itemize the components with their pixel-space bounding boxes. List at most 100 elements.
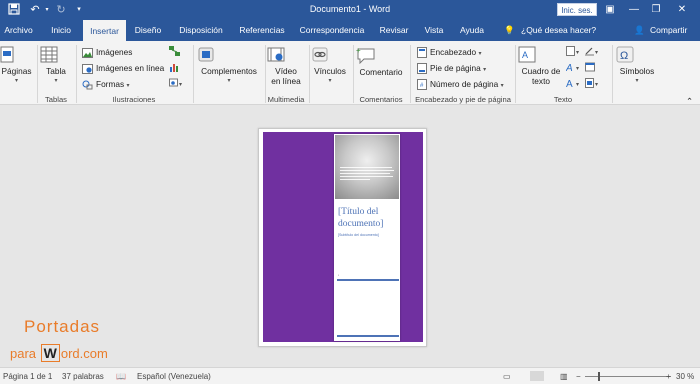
ribbon-tabs: Archivo Inicio Insertar Diseño Disposici…	[0, 20, 700, 41]
cover-abstract-text	[340, 166, 394, 182]
svg-text:▾: ▾	[595, 82, 598, 88]
tell-me-input[interactable]: ¿Qué desea hacer?	[521, 20, 596, 41]
group-label-comentarios: Comentarios	[359, 95, 403, 104]
image-icon	[82, 47, 93, 58]
svg-text:▾: ▾	[576, 66, 579, 72]
links-label: Vínculos	[314, 66, 346, 76]
group-label-ilustraciones: Ilustraciones	[112, 95, 156, 104]
cover-divider-bottom	[337, 335, 399, 337]
cover-small-marker: ▪	[338, 273, 340, 277]
sign-in-button[interactable]: Inic. ses.	[557, 3, 597, 16]
read-mode-icon[interactable]: ▭	[503, 372, 511, 381]
add-ins-button[interactable]: Complementos ▾	[197, 46, 261, 86]
cover-title-line-2: documento]	[338, 219, 384, 229]
group-label-tablas: Tablas	[45, 95, 67, 104]
svg-text:▾: ▾	[595, 50, 598, 56]
online-video-label-1: Vídeo	[275, 66, 297, 76]
page-count[interactable]: Página 1 de 1	[3, 372, 52, 381]
smartart-icon[interactable]	[169, 46, 180, 58]
group-label-multimedia: Multimedia	[267, 95, 305, 104]
proofing-icon[interactable]: 📖	[116, 372, 126, 381]
links-button[interactable]: Vínculos ▾	[311, 46, 349, 86]
zoom-in-icon[interactable]: +	[666, 372, 671, 381]
comment-button[interactable]: + Comentario	[355, 46, 407, 77]
text-box-button[interactable]: A Cuadro de texto	[518, 46, 564, 86]
cover-divider-top	[337, 279, 399, 281]
svg-text:A: A	[566, 79, 573, 88]
date-time-icon[interactable]	[585, 62, 595, 74]
share-button[interactable]: Compartir	[650, 20, 687, 41]
footer-button[interactable]: Pie de página ▾	[417, 62, 486, 75]
word-count[interactable]: 37 palabras	[62, 372, 104, 381]
comment-icon: +	[355, 46, 407, 64]
cover-title[interactable]: [Título del documento]	[338, 206, 398, 230]
add-ins-label: Complementos	[201, 66, 257, 76]
zoom-slider-thumb[interactable]	[598, 372, 600, 381]
symbols-label: Símbolos	[619, 66, 655, 76]
minimize-icon[interactable]: —	[625, 2, 643, 17]
header-button[interactable]: Encabezado ▾	[417, 46, 481, 59]
group-label-encabezado-pie: Encabezado y pie de página	[415, 95, 511, 104]
lightbulb-icon: 💡	[504, 25, 515, 35]
online-images-label: Imágenes en línea	[96, 63, 165, 73]
pages-button[interactable]: Páginas ▾	[0, 46, 33, 86]
tab-vista[interactable]: Vista	[420, 20, 448, 41]
object-icon[interactable]: ▾	[585, 78, 601, 90]
svg-text:A: A	[566, 63, 573, 72]
text-box-label-1: Cuadro de	[521, 66, 561, 76]
table-button[interactable]: Tabla ▾	[40, 46, 72, 86]
ribbon-display-options-icon[interactable]: ▣	[601, 2, 619, 17]
wordart-icon[interactable]: A ▾	[566, 62, 582, 74]
page-number-label: Número de página	[430, 79, 499, 89]
omega-icon: Ω	[616, 46, 658, 63]
tab-revisar[interactable]: Revisar	[377, 20, 411, 41]
tab-archivo[interactable]: Archivo	[0, 20, 37, 41]
tab-correspondencia[interactable]: Correspondencia	[297, 20, 367, 41]
svg-text:A: A	[522, 50, 528, 60]
svg-text:Ω: Ω	[620, 50, 628, 62]
header-label: Encabezado	[430, 47, 477, 57]
quick-parts-icon[interactable]: ▾	[566, 46, 582, 58]
footer-icon	[417, 63, 427, 75]
table-label: Tabla	[46, 66, 66, 76]
zoom-out-icon[interactable]: −	[576, 372, 581, 381]
tab-disposicion[interactable]: Disposición	[175, 20, 227, 41]
symbols-button[interactable]: Ω Símbolos ▾	[616, 46, 658, 86]
tab-diseno[interactable]: Diseño	[131, 20, 165, 41]
signature-line-icon[interactable]: ▾	[585, 46, 601, 58]
restore-icon[interactable]: ❐	[647, 2, 665, 17]
tab-inicio[interactable]: Inicio	[44, 20, 78, 41]
comment-label: Comentario	[359, 67, 403, 77]
pages-icon	[0, 46, 33, 63]
tab-insertar[interactable]: Insertar	[83, 20, 126, 41]
page-number-icon: #	[417, 79, 427, 91]
page-number-button[interactable]: # Número de página ▾	[417, 78, 504, 91]
tab-referencias[interactable]: Referencias	[236, 20, 288, 41]
drop-cap-icon[interactable]: A ▾	[566, 78, 582, 90]
online-image-icon	[82, 63, 93, 74]
logo-portadas: Portadas	[24, 317, 101, 336]
group-label-texto: Texto	[553, 95, 573, 104]
svg-text:▾: ▾	[179, 82, 182, 88]
print-layout-icon[interactable]	[530, 371, 544, 381]
language[interactable]: Español (Venezuela)	[137, 372, 211, 381]
images-label: Imágenes	[96, 47, 133, 57]
shapes-label: Formas	[96, 79, 125, 89]
text-box-label-2: texto	[532, 76, 550, 86]
tab-ayuda[interactable]: Ayuda	[455, 20, 489, 41]
cover-subtitle[interactable]: [Subtítulo del documento]	[338, 233, 398, 237]
close-icon[interactable]: ✕	[673, 2, 691, 17]
zoom-level[interactable]: 30 %	[676, 372, 694, 381]
online-images-button[interactable]: Imágenes en línea	[82, 62, 164, 74]
logo-para-word: para Word.com	[10, 344, 108, 362]
ribbon: Páginas ▾ Tabla ▾ Tablas Imágenes Imágen…	[0, 41, 700, 106]
chart-icon[interactable]	[169, 62, 180, 74]
svg-text:▾: ▾	[576, 50, 579, 56]
shapes-button[interactable]: Formas ▾	[82, 78, 129, 90]
web-layout-icon[interactable]: ▥	[560, 372, 568, 381]
pages-label: Páginas	[1, 66, 32, 76]
cover-title-line-1: [Título del	[338, 207, 379, 217]
screenshot-icon[interactable]: ▾	[169, 78, 183, 90]
images-button[interactable]: Imágenes	[82, 46, 132, 58]
online-video-button[interactable]: Vídeo en línea	[267, 46, 305, 86]
